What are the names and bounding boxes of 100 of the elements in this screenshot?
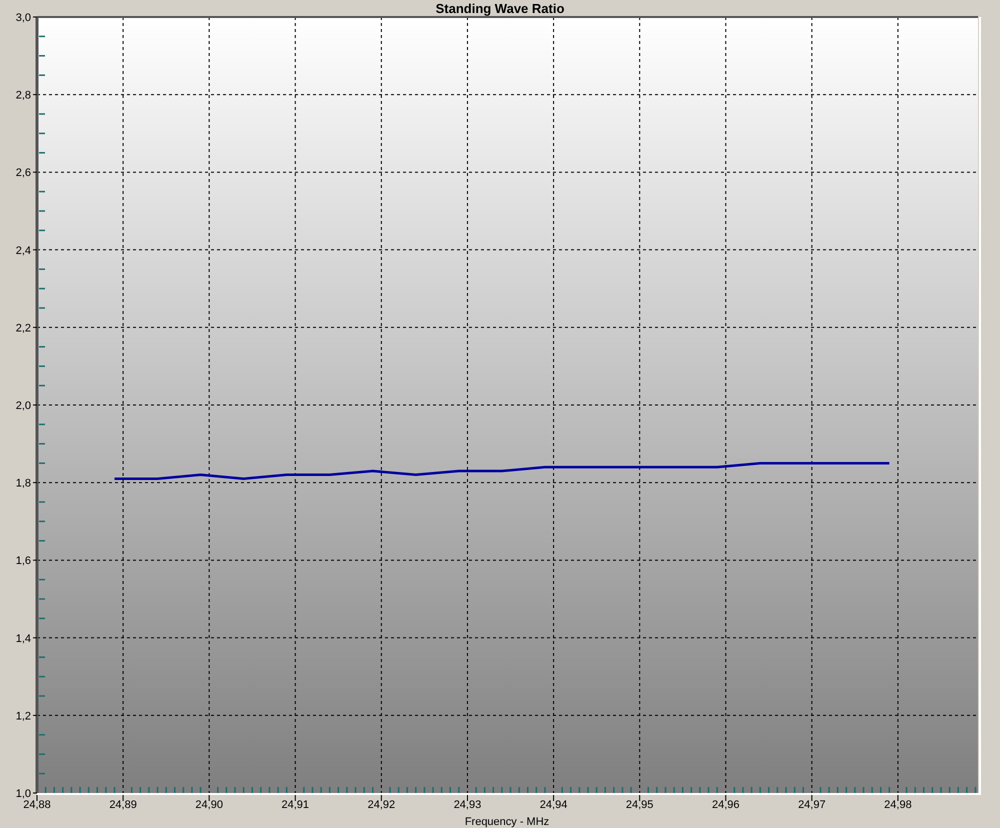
minor-tick: [544, 787, 546, 793]
minor-tick: [39, 772, 45, 774]
minor-tick: [39, 618, 45, 620]
tick-mark: [897, 794, 898, 802]
minor-tick: [39, 695, 45, 697]
tick-mark: [32, 94, 38, 96]
x-axis-label: Frequency - MHz: [464, 816, 550, 828]
minor-tick: [734, 787, 736, 793]
tick-mark: [32, 482, 38, 484]
minor-tick: [226, 787, 228, 793]
y-tick-label: 2,6: [16, 167, 31, 180]
minor-tick: [39, 210, 45, 212]
minor-tick: [802, 787, 804, 793]
minor-tick: [776, 787, 778, 793]
x-tick-label: 24,90: [195, 799, 223, 811]
minor-tick: [354, 787, 356, 793]
minor-tick: [39, 443, 45, 445]
minor-tick: [88, 787, 90, 793]
minor-tick: [286, 787, 288, 793]
y-tick-label: 1,6: [16, 555, 31, 568]
minor-tick: [140, 787, 142, 793]
tick-mark: [725, 794, 726, 802]
tick-mark: [32, 404, 38, 406]
minor-tick: [39, 734, 45, 736]
minor-tick: [303, 787, 305, 793]
minor-tick: [39, 384, 45, 386]
x-tick-label: 24,93: [454, 799, 482, 811]
tick-mark: [811, 794, 812, 802]
x-tick-label: 24,89: [109, 799, 137, 811]
tick-mark: [32, 249, 38, 250]
x-tick-label: 24,91: [282, 799, 310, 811]
y-tick-label: 2,4: [16, 244, 31, 257]
tick-mark: [32, 326, 38, 328]
minor-tick: [70, 787, 72, 793]
minor-tick: [596, 787, 598, 793]
minor-tick: [415, 787, 417, 793]
minor-tick: [346, 787, 348, 793]
minor-tick: [105, 787, 107, 793]
minor-tick: [613, 787, 615, 793]
minor-tick: [424, 787, 426, 793]
minor-tick: [268, 787, 270, 793]
minor-tick: [338, 787, 340, 793]
minor-tick: [156, 787, 158, 793]
minor-tick: [406, 787, 408, 793]
y-tick-label: 1,0: [16, 788, 31, 800]
minor-tick: [699, 787, 701, 793]
minor-tick: [648, 787, 650, 793]
minor-tick: [44, 787, 46, 793]
minor-tick: [510, 787, 512, 793]
minor-tick: [39, 307, 45, 309]
minor-tick: [846, 787, 848, 793]
minor-tick: [39, 753, 45, 755]
minor-tick: [518, 787, 520, 793]
minor-tick: [450, 787, 451, 793]
minor-tick: [578, 787, 580, 793]
minor-tick: [39, 152, 45, 154]
minor-tick: [165, 787, 167, 793]
minor-tick: [39, 462, 45, 464]
minor-tick: [39, 230, 45, 232]
minor-tick: [664, 787, 666, 793]
minor-tick: [871, 787, 873, 793]
minor-tick: [39, 365, 45, 367]
minor-tick: [716, 787, 718, 793]
x-tick-label: 24,98: [884, 799, 912, 811]
minor-tick: [39, 578, 45, 580]
minor-tick: [828, 787, 830, 793]
x-tick-label: 24,88: [23, 799, 51, 811]
y-tick-label: 1,4: [16, 632, 31, 645]
minor-tick: [957, 787, 959, 793]
minor-tick: [475, 787, 477, 793]
minor-tick: [39, 36, 45, 38]
minor-tick: [862, 787, 864, 793]
minor-tick: [914, 787, 916, 793]
minor-tick: [39, 424, 45, 426]
minor-tick: [260, 787, 262, 793]
minor-tick: [39, 656, 45, 658]
tick-mark: [553, 794, 554, 802]
tick-mark: [32, 16, 38, 18]
minor-tick: [39, 676, 45, 678]
minor-tick: [320, 787, 322, 793]
y-tick-label: 2,8: [16, 90, 31, 102]
x-tick-label: 24,94: [540, 799, 568, 811]
tick-mark: [639, 794, 640, 802]
minor-tick: [750, 787, 752, 793]
minor-tick: [561, 787, 563, 793]
minor-tick: [39, 288, 45, 290]
tick-mark: [208, 794, 210, 802]
minor-tick: [768, 787, 770, 793]
minor-tick: [328, 787, 330, 793]
minor-tick: [708, 787, 710, 793]
minor-tick: [372, 787, 374, 793]
minor-tick: [974, 787, 976, 793]
minor-tick: [854, 787, 856, 793]
y-tick-label: 2,0: [16, 400, 31, 412]
minor-tick: [277, 787, 279, 793]
y-tick-label: 3,0: [16, 12, 31, 24]
minor-tick: [932, 787, 934, 793]
minor-tick: [174, 787, 176, 793]
minor-tick: [432, 787, 434, 793]
minor-tick: [604, 787, 606, 793]
